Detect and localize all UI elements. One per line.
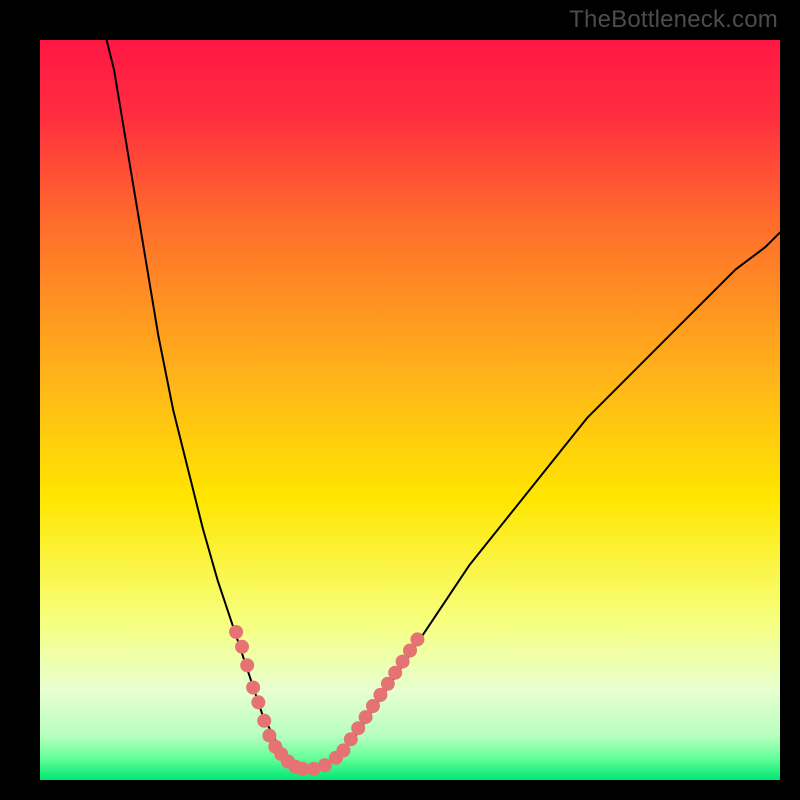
highlight-point (240, 658, 254, 672)
highlight-point (410, 632, 424, 646)
highlight-point (257, 714, 271, 728)
gradient-background (40, 40, 780, 780)
plot-area (40, 40, 780, 780)
highlight-point (251, 695, 265, 709)
chart-frame: TheBottleneck.com (0, 0, 800, 800)
chart-svg (40, 40, 780, 780)
highlight-point (235, 640, 249, 654)
highlight-point (229, 625, 243, 639)
watermark-text: TheBottleneck.com (569, 6, 778, 34)
highlight-point (246, 681, 260, 695)
